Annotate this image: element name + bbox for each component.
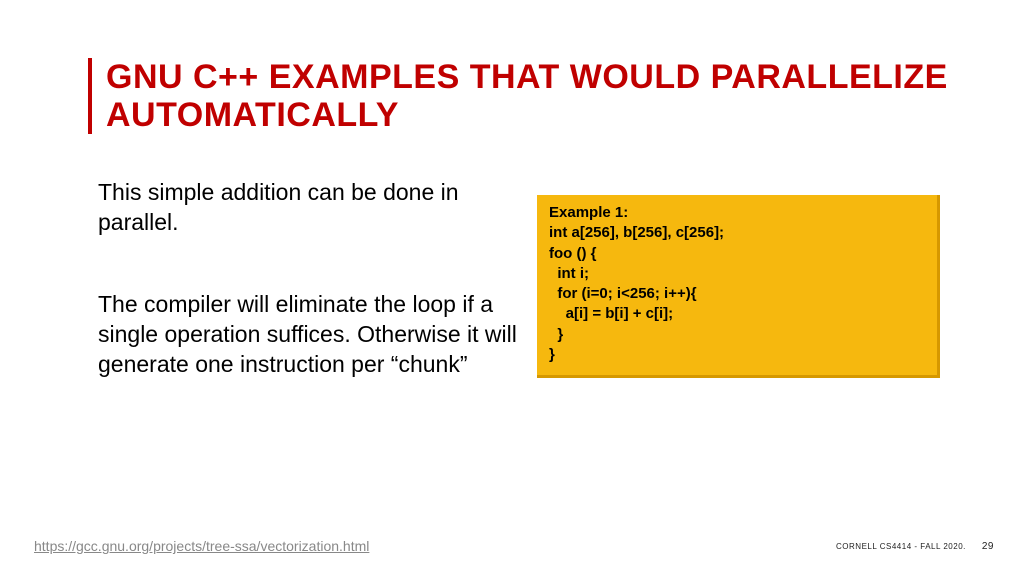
- code-line: Example 1:: [549, 203, 925, 223]
- footer-meta: CORNELL CS4414 - FALL 2020. 29: [836, 541, 994, 552]
- title-accent-bar: [88, 58, 92, 134]
- code-line: for (i=0; i<256; i++){: [549, 284, 925, 304]
- code-example-box: Example 1: int a[256], b[256], c[256]; f…: [537, 195, 940, 378]
- code-line: int a[256], b[256], c[256];: [549, 223, 925, 243]
- code-line: }: [549, 345, 925, 365]
- footer-source-link[interactable]: https://gcc.gnu.org/projects/tree-ssa/ve…: [34, 538, 369, 554]
- code-line: foo () {: [549, 244, 925, 264]
- slide-title-block: GNU C++ EXAMPLES THAT WOULD PARALLELIZE …: [88, 58, 964, 134]
- page-number: 29: [982, 541, 994, 552]
- code-line: a[i] = b[i] + c[i];: [549, 304, 925, 324]
- paragraph-2: The compiler will eliminate the loop if …: [98, 290, 518, 380]
- paragraph-1: This simple addition can be done in para…: [98, 178, 518, 238]
- slide-title: GNU C++ EXAMPLES THAT WOULD PARALLELIZE …: [106, 58, 964, 134]
- code-line: int i;: [549, 264, 925, 284]
- body-text-column: This simple addition can be done in para…: [98, 178, 518, 379]
- code-line: }: [549, 325, 925, 345]
- footer-course: CORNELL CS4414 - FALL 2020.: [836, 542, 966, 551]
